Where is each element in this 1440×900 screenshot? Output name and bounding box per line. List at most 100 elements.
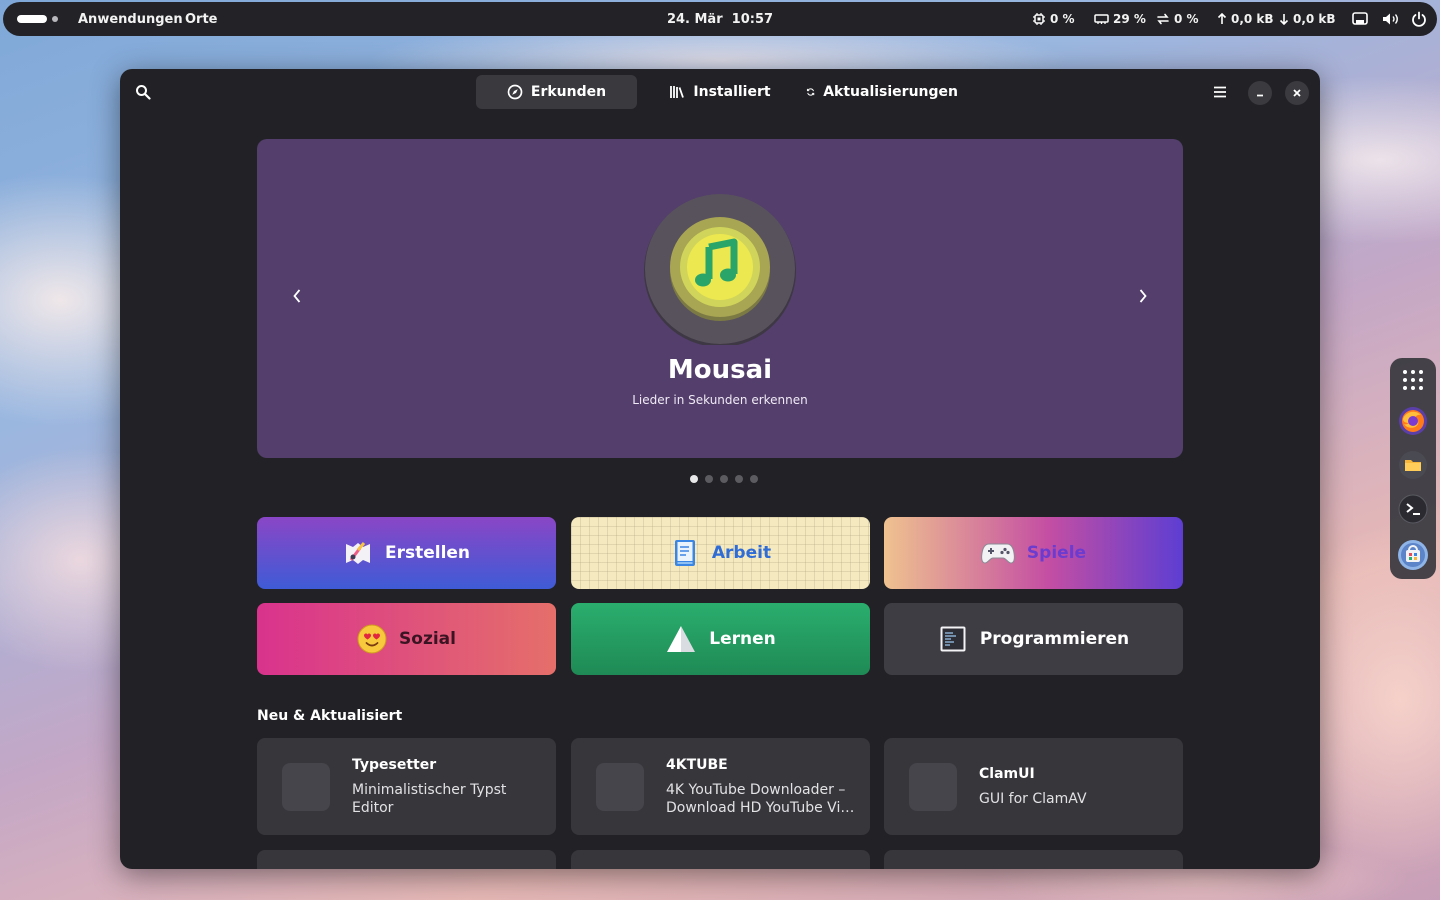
app-card[interactable] (257, 850, 556, 869)
terminal-icon (938, 624, 968, 654)
carousel-dot[interactable] (735, 475, 743, 483)
chevron-right-icon (1139, 289, 1147, 303)
category-social[interactable]: Sozial (257, 603, 556, 675)
banner-app-summary: Lieder in Sekunden erkennen (632, 393, 808, 407)
app-card[interactable] (571, 850, 870, 869)
app-grid-icon[interactable] (1397, 364, 1429, 396)
files-icon[interactable] (1397, 449, 1429, 481)
carousel-indicator (690, 475, 758, 483)
app-card-description: Editor (352, 800, 394, 816)
app-card-title: Typesetter (352, 757, 437, 773)
app-card-4ktube[interactable]: 4KTUBE 4K YouTube Downloader – Download … (571, 738, 870, 835)
applications-label: Anwendungen (78, 11, 183, 27)
section-title: Neu & Aktualisiert (257, 708, 403, 724)
app-icon-placeholder (596, 763, 644, 811)
tab-explore-label: Erkunden (530, 84, 607, 100)
previous-button[interactable] (287, 284, 307, 308)
app-card-description: Minimalistischer Typst (352, 782, 507, 798)
app-card-title: ClamUI (979, 766, 1035, 782)
workspace-indicator-active[interactable] (17, 15, 47, 23)
next-button[interactable] (1133, 284, 1153, 308)
carousel-dot[interactable] (750, 475, 758, 483)
tab-installed-label: Installiert (693, 84, 771, 100)
carousel-dot[interactable] (690, 475, 698, 483)
memory-icon (1094, 14, 1109, 24)
software-icon[interactable] (1397, 539, 1429, 571)
volume-icon[interactable] (1382, 2, 1400, 36)
carousel-dot[interactable] (705, 475, 713, 483)
network-icon[interactable] (1352, 2, 1368, 36)
app-card-title: 4KTUBE (666, 757, 728, 773)
gamepad-icon (981, 538, 1015, 568)
app-icon-placeholder (282, 763, 330, 811)
app-card-clamui[interactable]: ClamUI GUI for ClamAV (884, 738, 1183, 835)
clock-label: 24. Mär 10:57 (666, 11, 774, 27)
category-work-label: Arbeit (711, 543, 772, 563)
category-develop[interactable]: Programmieren (884, 603, 1183, 675)
tab-updates-label: Aktualisierungen (823, 84, 958, 100)
software-window: Erkunden Installiert Aktualisierungen Mo… (120, 69, 1320, 869)
workspace-indicator[interactable] (52, 16, 58, 22)
tab-installed[interactable]: Installiert (664, 75, 776, 109)
category-games-label: Spiele (1026, 543, 1087, 563)
category-create-label: Erstellen (384, 543, 471, 563)
app-card-typesetter[interactable]: Typesetter Minimalistischer Typst Editor (257, 738, 556, 835)
heart-eyes-icon (357, 624, 387, 654)
category-learn[interactable]: Lernen (571, 603, 870, 675)
category-games[interactable]: Spiele (884, 517, 1183, 589)
memory-value: 29 % (1113, 12, 1146, 26)
dock (1390, 358, 1436, 579)
library-icon (670, 86, 685, 98)
download-indicator[interactable]: 0,0 kB (1279, 2, 1336, 36)
hamburger-icon (1214, 86, 1226, 98)
category-learn-label: Lernen (709, 629, 776, 649)
arrow-down-icon (1279, 14, 1289, 25)
swap-value: 0 % (1174, 12, 1199, 26)
memory-indicator[interactable]: 29 % (1094, 2, 1146, 36)
work-icon (670, 538, 700, 568)
app-card-description: Download HD YouTube Vi… (666, 800, 855, 816)
featured-banner[interactable]: Mousai Lieder in Sekunden erkennen (257, 139, 1183, 458)
tab-updates[interactable]: Aktualisierungen (806, 75, 958, 109)
compass-icon (507, 84, 523, 100)
places-label: Orte (185, 11, 218, 27)
clock[interactable]: 24. Mär 10:57 (643, 2, 797, 36)
applications-menu[interactable]: Anwendungen (78, 2, 183, 36)
header-bar: Erkunden Installiert Aktualisierungen (120, 69, 1320, 115)
banner-app-name: Mousai (667, 355, 773, 385)
app-card-description: GUI for ClamAV (979, 791, 1087, 807)
category-develop-label: Programmieren (979, 629, 1130, 649)
minimize-button[interactable] (1248, 81, 1272, 105)
download-value: 0,0 kB (1293, 12, 1336, 26)
app-icon-placeholder (909, 763, 957, 811)
terminal-icon[interactable] (1397, 493, 1429, 525)
carousel-dot[interactable] (720, 475, 728, 483)
learn-icon (665, 624, 697, 654)
places-menu[interactable]: Orte (185, 2, 218, 36)
app-card[interactable] (884, 850, 1183, 869)
cpu-value: 0 % (1050, 12, 1075, 26)
category-work[interactable]: Arbeit (571, 517, 870, 589)
cpu-icon (1033, 13, 1045, 25)
main-menu-button[interactable] (1208, 81, 1232, 103)
top-bar: Anwendungen Orte 24. Mär 10:57 0 % 29 % … (3, 2, 1437, 36)
tab-explore[interactable]: Erkunden (476, 75, 637, 109)
upload-indicator[interactable]: 0,0 kB (1217, 2, 1274, 36)
upload-value: 0,0 kB (1231, 12, 1274, 26)
power-icon[interactable] (1411, 2, 1427, 36)
category-create[interactable]: Erstellen (257, 517, 556, 589)
close-button[interactable] (1285, 81, 1309, 105)
category-social-label: Sozial (399, 629, 456, 649)
search-icon (136, 85, 151, 100)
refresh-icon (806, 88, 815, 96)
swap-indicator[interactable]: 0 % (1156, 2, 1199, 36)
close-icon (1293, 89, 1301, 97)
app-card-description: 4K YouTube Downloader – (666, 782, 846, 798)
minimize-icon (1257, 94, 1263, 97)
swap-icon (1157, 13, 1169, 25)
arrow-up-icon (1217, 13, 1227, 24)
search-button[interactable] (132, 81, 154, 103)
cpu-indicator[interactable]: 0 % (1032, 2, 1075, 36)
create-icon (343, 538, 373, 568)
firefox-icon[interactable] (1397, 405, 1429, 437)
